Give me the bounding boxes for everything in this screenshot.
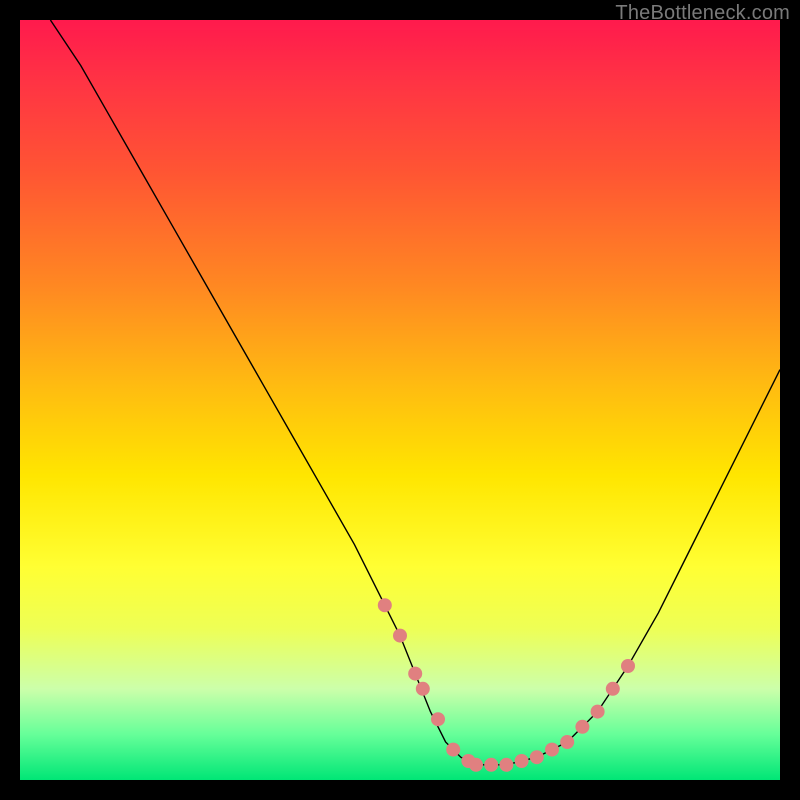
optimal-dot [621,659,635,673]
optimal-dot [515,754,529,768]
curve-path [50,20,780,765]
optimal-dot [378,598,392,612]
plot-area [20,20,780,780]
bottleneck-curve [20,20,780,780]
optimal-dot [499,758,513,772]
optimal-dot [431,712,445,726]
optimal-dot [446,743,460,757]
optimal-dot [591,705,605,719]
optimal-dot [530,750,544,764]
optimal-dot [408,667,422,681]
chart-frame: TheBottleneck.com [0,0,800,800]
optimal-dot [393,629,407,643]
optimal-dot [484,758,498,772]
optimal-dot [560,735,574,749]
watermark: TheBottleneck.com [615,2,790,25]
optimal-dot [606,682,620,696]
optimal-dot [416,682,430,696]
optimal-dot [575,720,589,734]
optimal-dot [469,758,483,772]
optimal-dot [545,743,559,757]
